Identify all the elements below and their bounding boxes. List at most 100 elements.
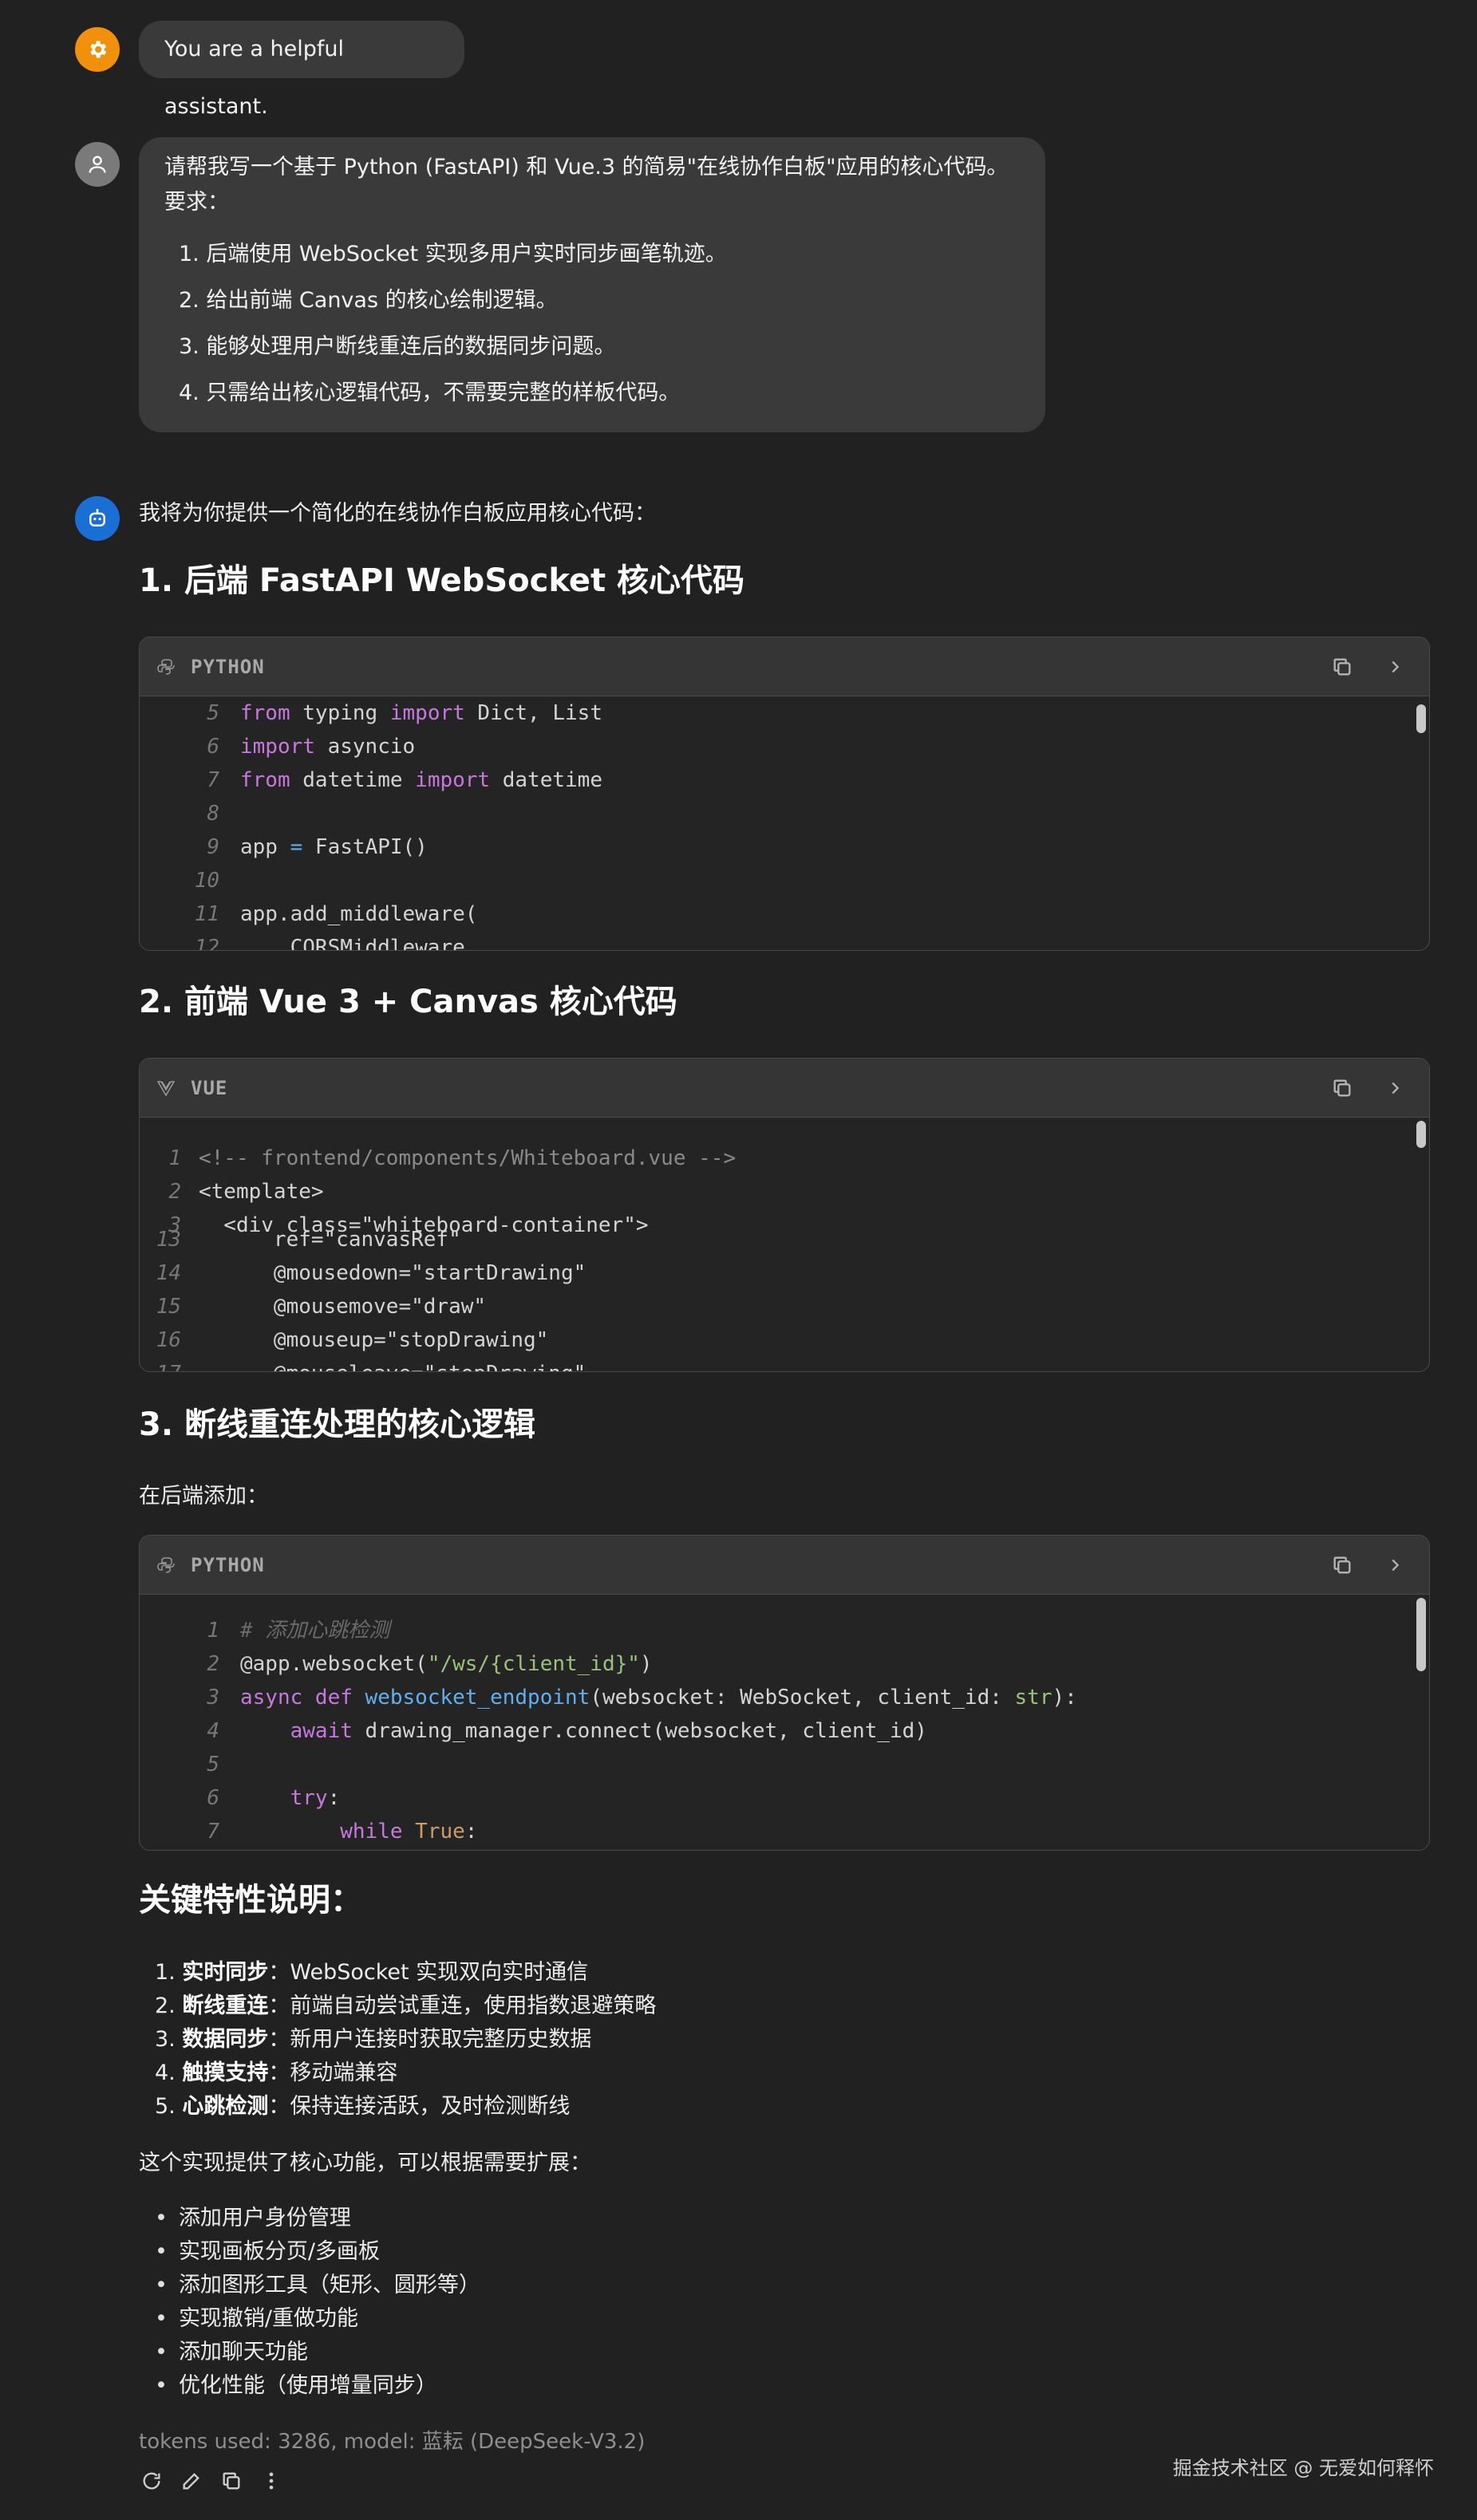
code-text: async def websocket_endpoint(websocket: … [240,1686,1077,1710]
chat-page: You are a helpful assistant. 请帮我写一个基于 Py… [0,0,1477,2520]
code-text: app = FastAPI() [240,835,428,859]
refresh-icon[interactable] [139,2468,164,2494]
code-block: VUE 1 <!-- frontend/components/Whiteboard… [139,1058,1430,1372]
code-line: 16 @mouseup="stopDrawing" [140,1323,1429,1357]
code-block: PYTHON 5 from typing import Dict, List 6 im… [139,637,1430,951]
code-line: 17 @mouseleave="stopDrawing" [140,1357,1429,1371]
expand-icon[interactable] [1380,652,1410,682]
code-text: ref="canvasRef" [199,1228,461,1252]
code-language: PYTHON [191,1553,265,1576]
line-number: 3 [207,1686,219,1710]
feature-item: 2. 断线重连：前端自动尝试重连，使用指数退避策略 [155,1994,657,2018]
code-block-header: PYTHON [140,1536,1429,1595]
line-number: 16 [156,1328,181,1352]
line-number: 1 [207,1619,219,1643]
code-block-header: PYTHON [140,637,1429,696]
gear-icon [75,27,120,72]
extension-item: 添加图形工具（矩形、圆形等） [155,2269,480,2302]
code-text: CORSMiddleware, [240,936,478,951]
feature-item: 5. 心跳检测：保持连接活跃，及时检测断线 [155,2094,571,2119]
code-text: <template> [199,1180,324,1204]
line-number: 15 [156,1295,181,1319]
code-line: 3 async def websocket_endpoint(websocket:… [140,1681,1429,1714]
message-toolbar [139,2468,284,2494]
code-line: 5 from typing import Dict, List [140,696,1429,730]
copy-icon[interactable] [1327,1073,1357,1103]
section-note: 在后端添加： [139,1484,268,1508]
code-text: from typing import Dict, List [240,701,602,725]
code-scrollbar[interactable] [1416,704,1426,733]
line-number: 7 [207,1820,219,1844]
requirements-list: 1. 后端使用 WebSocket 实现多用户实时同步画笔轨迹。 2. 给出前端… [164,231,1020,416]
line-number: 8 [207,802,219,826]
code-scrollbar[interactable] [1416,1121,1426,1148]
token-usage: tokens used: 3286, model: 蓝耘 (DeepSeek-V… [139,2430,646,2454]
assistant-intro: 我将为你提供一个简化的在线协作白板应用核心代码： [139,501,656,526]
section-heading: 3. 断线重连处理的核心逻辑 [139,1406,535,1443]
user-prompt-line: 请帮我写一个基于 Python (FastAPI) 和 Vue.3 的简易"在线… [164,155,1009,179]
copy-icon[interactable] [1327,652,1357,682]
code-text: app.add_middleware( [240,902,478,926]
expand-icon[interactable] [1380,1073,1410,1103]
code-line: 10 [140,864,1429,897]
code-body[interactable]: 1 # 添加心跳检测 2 @app.websocket("/ws/{client_id… [140,1595,1429,1850]
code-line: 6 import asyncio [140,730,1429,763]
code-body[interactable]: 5 from typing import Dict, List 6 import as… [140,696,1429,951]
code-text: try: [290,1786,341,1810]
extension-item: 实现画板分页/多画板 [155,2235,480,2269]
code-text: @mousedown="startDrawing" [199,1261,586,1285]
expand-icon[interactable] [1380,1550,1410,1580]
extension-item: 优化性能（使用增量同步） [155,2369,480,2403]
python-icon [156,657,176,677]
more-icon[interactable] [259,2468,284,2494]
code-block: PYTHON 1 # 添加心跳检测 2 @app.websocket("/ws/{cl… [139,1535,1430,1851]
extension-item: 添加用户身份管理 [155,2202,480,2235]
code-text: <!-- frontend/components/Whiteboard.vue … [199,1146,737,1170]
robot-icon [75,496,120,541]
requirement-item: 4. 只需给出核心逻辑代码，不需要完整的样板代码。 [179,381,681,405]
extensions-list: 添加用户身份管理实现画板分页/多画板添加图形工具（矩形、圆形等）实现撤销/重做功… [139,2202,480,2403]
line-number: 2 [207,1652,219,1676]
line-number: 2 [168,1180,181,1204]
features-list: 1. 实时同步：WebSocket 实现双向实时通信 2. 断线重连：前端自动尝试… [139,1956,656,2124]
code-text: import asyncio [240,735,416,759]
code-line: 11 app.add_middleware( [140,897,1429,931]
line-number: 13 [156,1228,181,1252]
python-icon [156,1555,176,1575]
code-line: 7 while True: [140,1815,1429,1848]
code-line: 6 try: [140,1781,1429,1815]
copy-icon[interactable] [219,2468,244,2494]
feature-item: 1. 实时同步：WebSocket 实现双向实时通信 [155,1960,589,1985]
user-icon [75,142,120,187]
section-heading: 1. 后端 FastAPI WebSocket 核心代码 [139,562,745,599]
edit-icon[interactable] [179,2468,204,2494]
line-number: 6 [207,735,219,759]
code-body[interactable]: 1 <!-- frontend/components/Whiteboard.vue… [140,1118,1429,1371]
code-line: 1 # 添加心跳检测 [140,1614,1429,1647]
section-heading: 2. 前端 Vue 3 + Canvas 核心代码 [139,984,677,1020]
code-text: @app.websocket("/ws/{client_id}") [240,1652,653,1676]
line-number: 10 [194,869,219,893]
watermark: 掘金技术社区 @ 无爱如何释怀 [1172,2457,1434,2479]
code-text: @mouseup="stopDrawing" [199,1328,549,1352]
code-text: while True: [340,1820,478,1844]
code-line: 8 [140,797,1429,830]
extension-item: 添加聊天功能 [155,2336,480,2369]
code-text: await drawing_manager.connect(websocket,… [290,1719,927,1743]
code-line: 7 from datetime import datetime [140,763,1429,797]
code-scrollbar[interactable] [1416,1598,1426,1671]
code-text: # 添加心跳检测 [240,1619,390,1643]
line-number: 5 [207,701,219,725]
code-block-header: VUE [140,1059,1429,1118]
line-number: 5 [207,1753,219,1777]
code-line: 12 CORSMiddleware, [140,931,1429,951]
code-text: from datetime import datetime [240,768,602,792]
vue-icon [156,1078,176,1098]
line-number: 17 [140,1357,181,1371]
code-line: 5 [140,1748,1429,1781]
line-number: 9 [207,835,219,859]
summary-text: 这个实现提供了核心功能，可以根据需要扩展： [139,2151,591,2175]
requirement-item: 1. 后端使用 WebSocket 实现多用户实时同步画笔轨迹。 [179,242,727,266]
copy-icon[interactable] [1327,1550,1357,1580]
code-line: 4 await drawing_manager.connect(websocke… [140,1714,1429,1748]
